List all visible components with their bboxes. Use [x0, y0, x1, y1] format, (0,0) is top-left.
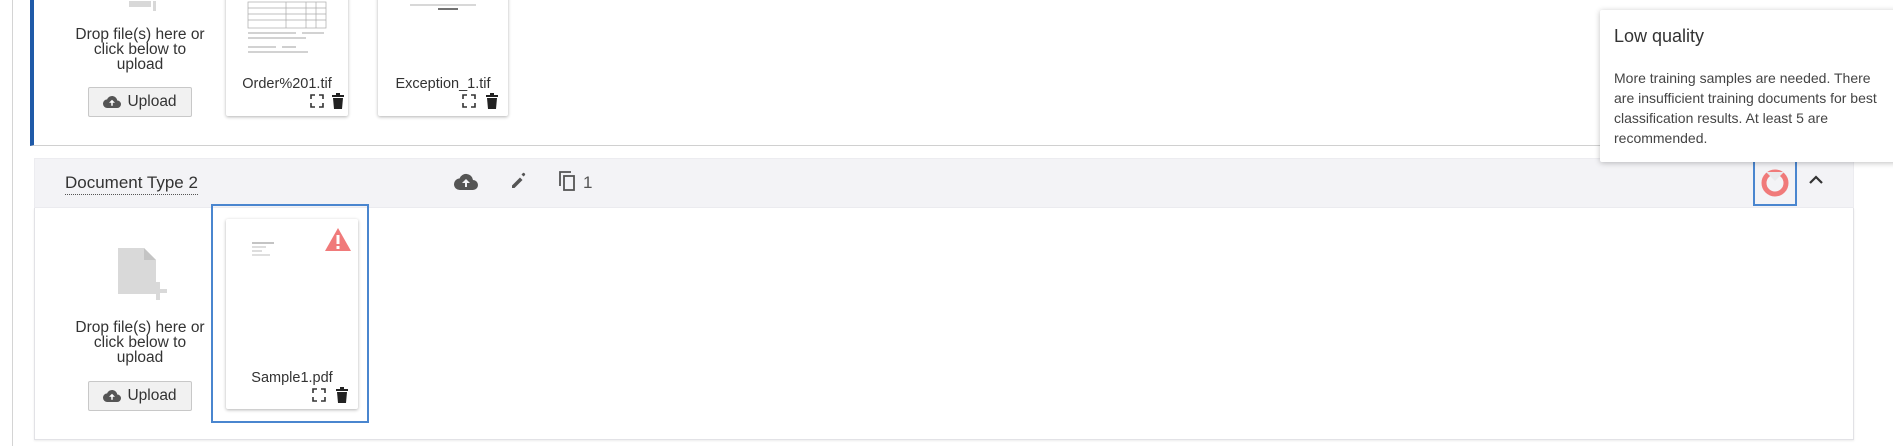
file-add-icon [116, 248, 170, 304]
document-type-title[interactable]: Document Type 2 [65, 173, 198, 195]
drop-zone-text: Drop file(s) here or click below to uplo… [75, 26, 205, 73]
document-name: Order%201.tif [242, 76, 332, 92]
drop-zone-text: Drop file(s) here or click below to uplo… [75, 319, 205, 366]
document-card[interactable]: Exception_1.tif [378, 0, 508, 116]
upload-icon[interactable] [453, 172, 478, 192]
document-name: Exception_1.tif [395, 76, 491, 92]
chevron-up-icon[interactable] [1806, 170, 1826, 190]
upload-button-label: Upload [127, 93, 177, 110]
document-name: Sample1.pdf [251, 370, 333, 386]
expand-icon[interactable] [312, 388, 326, 402]
document-thumbnail [246, 0, 330, 56]
trash-icon[interactable] [336, 387, 348, 403]
upload-button[interactable]: Upload [88, 381, 192, 411]
document-thumbnail [408, 0, 478, 10]
tooltip-title: Low quality [1614, 26, 1705, 46]
expand-icon[interactable] [310, 94, 324, 108]
warning-icon [324, 227, 352, 253]
document-card[interactable]: Order%201.tif [226, 0, 348, 116]
trash-icon[interactable] [332, 93, 344, 109]
upload-button[interactable]: Upload [88, 87, 192, 117]
document-count: 1 [583, 173, 593, 192]
quality-indicator-icon[interactable] [1760, 168, 1790, 198]
edit-icon[interactable] [509, 171, 529, 191]
file-add-icon [125, 0, 165, 12]
copy-icon[interactable] [557, 170, 577, 192]
upload-icon [103, 389, 122, 403]
trash-icon[interactable] [486, 93, 498, 109]
document-card[interactable]: Sample1.pdf [226, 219, 358, 409]
tooltip-body: More training samples are needed. There … [1614, 70, 1877, 146]
document-type-header [34, 158, 1854, 208]
upload-button-label: Upload [127, 387, 177, 404]
expand-icon[interactable] [462, 94, 476, 108]
upload-icon [103, 95, 122, 109]
document-thumbnail [252, 241, 282, 257]
window-edge [12, 0, 13, 446]
